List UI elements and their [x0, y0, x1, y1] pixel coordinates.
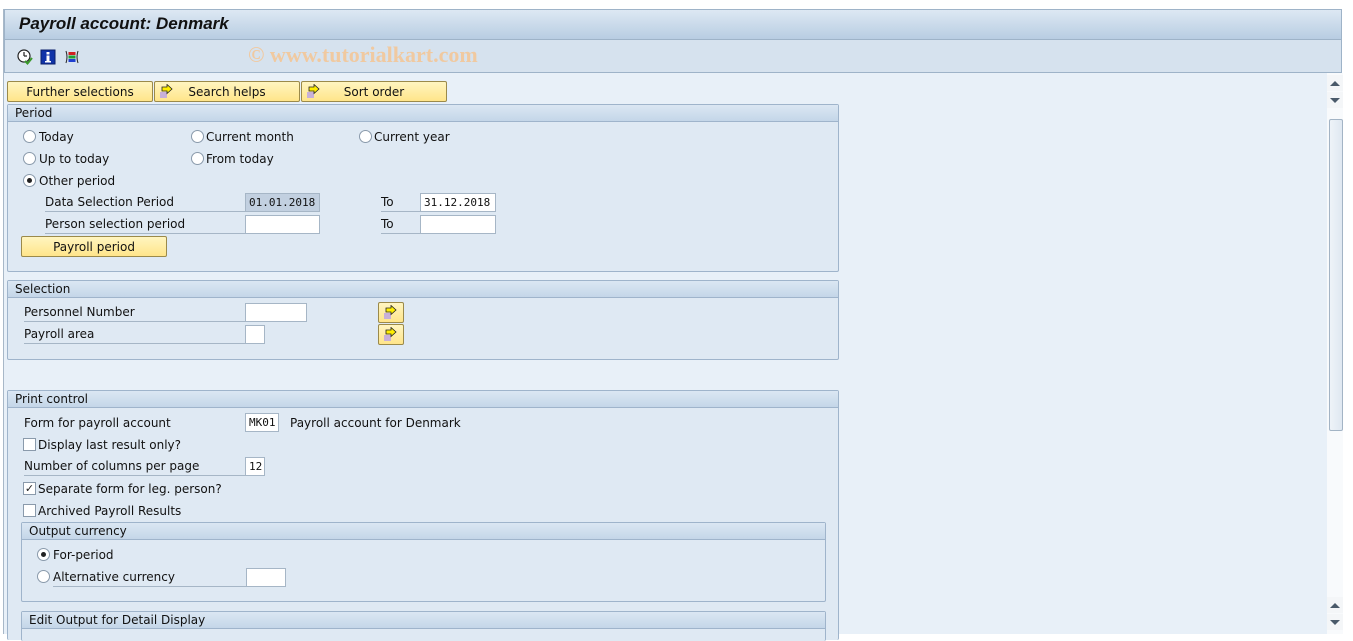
print-control-group-title: Print control	[8, 391, 838, 408]
selection-group: Selection Personnel Number Payroll area	[7, 280, 839, 360]
columns-per-page-field[interactable]: 12	[245, 457, 265, 476]
radio-today[interactable]	[23, 130, 36, 143]
radio-up-to-today[interactable]	[23, 152, 36, 165]
form-payroll-account-label: Form for payroll account	[24, 416, 171, 430]
scroll-thumb[interactable]	[1329, 119, 1343, 431]
payroll-period-button[interactable]: Payroll period	[21, 236, 167, 257]
scroll-down-button[interactable]	[1327, 92, 1343, 108]
further-selections-label: Further selections	[26, 84, 134, 99]
data-selection-to-label: To	[381, 194, 420, 212]
print-control-group: Print control Form for payroll account M…	[7, 390, 839, 641]
chevron-up-icon	[1330, 80, 1340, 86]
columns-per-page-label: Number of columns per page	[24, 458, 245, 476]
arrow-right-icon	[384, 305, 397, 319]
form-payroll-account-field[interactable]: MK01	[245, 413, 279, 432]
radio-up-to-today-label: Up to today	[39, 152, 110, 166]
separate-form-checkbox[interactable]: ✓	[23, 482, 36, 495]
period-group-title: Period	[8, 105, 838, 122]
radio-from-today-label: From today	[206, 152, 274, 166]
person-selection-period-label: Person selection period	[45, 216, 245, 234]
search-helps-label: Search helps	[188, 84, 266, 99]
display-last-result-checkbox[interactable]	[23, 438, 36, 451]
further-selections-button[interactable]: Further selections	[7, 81, 153, 102]
edit-output-group: Edit Output for Detail Display	[21, 611, 826, 641]
selection-group-title: Selection	[8, 281, 838, 298]
radio-current-year-label: Current year	[374, 130, 450, 144]
radio-from-today[interactable]	[191, 152, 204, 165]
radio-today-label: Today	[39, 130, 74, 144]
person-selection-from-field[interactable]	[245, 215, 320, 234]
watermark: © www.tutorialkart.com	[248, 42, 478, 67]
radio-current-year[interactable]	[359, 130, 372, 143]
separate-form-label: Separate form for leg. person?	[38, 482, 222, 496]
application-toolbar: © www.tutorialkart.com	[4, 40, 1342, 73]
chevron-down-icon	[1330, 619, 1340, 625]
personnel-number-multiple-selection-button[interactable]	[378, 302, 404, 323]
radio-for-period[interactable]	[37, 548, 50, 561]
radio-current-month-label: Current month	[206, 130, 294, 144]
archived-payroll-checkbox[interactable]	[23, 504, 36, 517]
radio-other-period-label: Other period	[39, 174, 116, 188]
sap-window: Payroll account: Denmark © www.tutorialk…	[3, 9, 1343, 641]
personnel-number-label: Personnel Number	[24, 304, 245, 322]
chevron-down-icon	[1330, 97, 1340, 103]
arrow-right-icon	[384, 327, 397, 341]
data-selection-to-field[interactable]: 31.12.2018	[420, 193, 496, 212]
archived-payroll-label: Archived Payroll Results	[38, 504, 182, 518]
arrow-right-icon	[307, 84, 320, 98]
search-helps-button[interactable]: Search helps	[154, 81, 300, 102]
execute-clock-icon[interactable]	[17, 49, 33, 65]
scroll-page-down-button[interactable]	[1327, 614, 1343, 630]
vertical-scrollbar[interactable]	[1327, 73, 1343, 634]
output-currency-group: Output currency For-period Alternative c…	[21, 522, 826, 602]
radio-other-period[interactable]	[23, 174, 36, 187]
output-currency-group-title: Output currency	[22, 523, 825, 540]
info-icon[interactable]	[40, 49, 56, 65]
edit-output-group-title: Edit Output for Detail Display	[22, 612, 825, 629]
title-bar: Payroll account: Denmark	[4, 9, 1342, 40]
personnel-number-field[interactable]	[245, 303, 307, 322]
chevron-up-icon	[1330, 602, 1340, 608]
radio-alternative-currency-label: Alternative currency	[53, 569, 246, 587]
payroll-area-multiple-selection-button[interactable]	[378, 324, 404, 345]
data-selection-from-field[interactable]: 01.01.2018	[245, 193, 320, 212]
period-group: Period Today Current month Current year …	[7, 104, 839, 272]
radio-for-period-label: For-period	[53, 548, 114, 562]
selection-variant-icon[interactable]	[64, 49, 80, 65]
data-selection-period-label: Data Selection Period	[45, 194, 245, 212]
payroll-area-label: Payroll area	[24, 326, 245, 344]
payroll-area-field[interactable]	[245, 325, 265, 344]
radio-current-month[interactable]	[191, 130, 204, 143]
page-title: Payroll account: Denmark	[19, 14, 229, 33]
sort-order-button[interactable]: Sort order	[301, 81, 447, 102]
person-selection-to-field[interactable]	[420, 215, 496, 234]
form-description: Payroll account for Denmark	[290, 416, 461, 430]
scroll-page-up-button[interactable]	[1327, 597, 1343, 613]
display-last-result-label: Display last result only?	[38, 438, 182, 452]
radio-alternative-currency[interactable]	[37, 570, 50, 583]
scroll-up-button[interactable]	[1327, 75, 1343, 91]
person-selection-to-label: To	[381, 216, 420, 234]
sort-order-label: Sort order	[343, 84, 405, 99]
payroll-period-label: Payroll period	[53, 239, 135, 254]
arrow-right-icon	[160, 84, 173, 98]
alternative-currency-field[interactable]	[246, 568, 286, 587]
